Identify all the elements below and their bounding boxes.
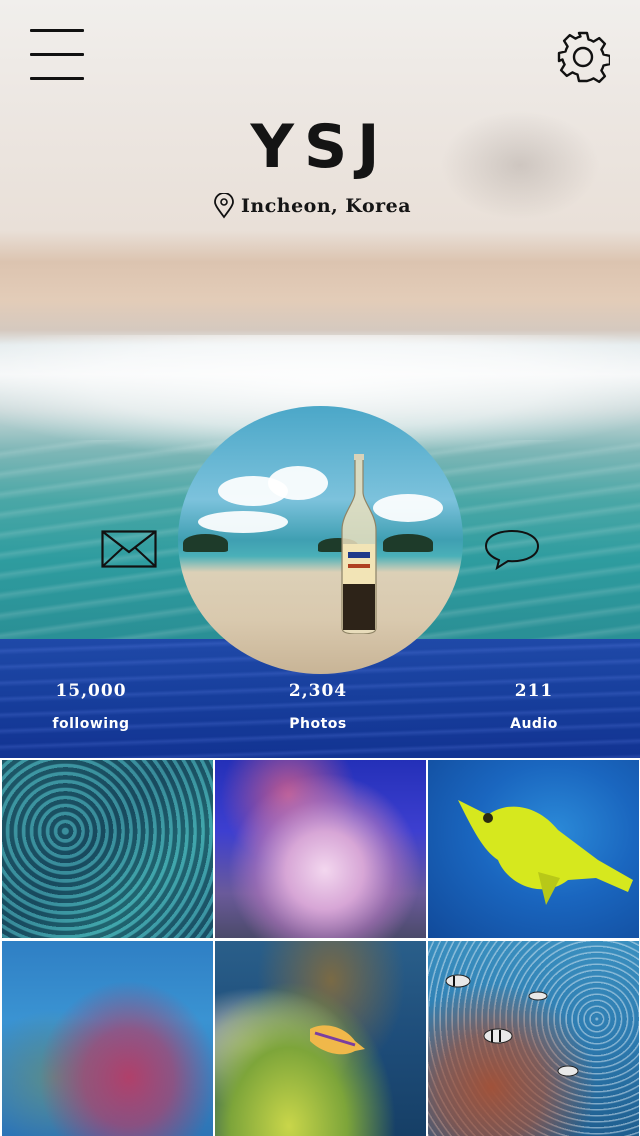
avatar[interactable]	[178, 406, 463, 674]
stat-following-value: 15,000	[55, 681, 127, 701]
speech-bubble-icon[interactable]	[484, 528, 540, 570]
menu-line	[30, 29, 84, 32]
stat-following-label: following	[52, 716, 130, 732]
map-pin-icon	[214, 193, 234, 219]
gallery-item-yellow-fish[interactable]	[428, 760, 639, 938]
yellow-fish-image	[458, 800, 633, 905]
gallery-item-anemone[interactable]	[2, 760, 213, 938]
stat-audio-label: Audio	[510, 716, 558, 732]
gear-icon[interactable]	[556, 30, 610, 84]
avatar-island	[183, 534, 228, 552]
avatar-cloud	[268, 466, 328, 500]
photo-gallery	[0, 760, 640, 1136]
avatar-island	[383, 534, 433, 552]
avatar-cloud	[373, 494, 443, 522]
avatar-cloud	[198, 511, 288, 533]
location: Incheon, Korea	[212, 192, 411, 220]
fish-school-image	[445, 974, 579, 1077]
envelope-icon[interactable]	[101, 530, 157, 568]
profile-name: YSJ	[250, 112, 390, 182]
menu-line	[30, 53, 84, 56]
hamburger-menu-icon[interactable]	[30, 29, 84, 81]
stat-audio-value: 211	[514, 681, 554, 701]
gallery-item-goby[interactable]	[215, 941, 426, 1136]
location-text: Incheon, Korea	[241, 195, 412, 217]
stat-photos-label: Photos	[289, 716, 347, 732]
stat-photos-value: 2,304	[288, 681, 348, 701]
gallery-item-coral-reef[interactable]	[2, 941, 213, 1136]
bottle-image	[341, 454, 377, 634]
gallery-item-pink-anemone[interactable]	[215, 760, 426, 938]
menu-line	[30, 77, 84, 80]
gallery-item-fish-school[interactable]	[428, 941, 639, 1136]
goby-image	[310, 1025, 365, 1055]
